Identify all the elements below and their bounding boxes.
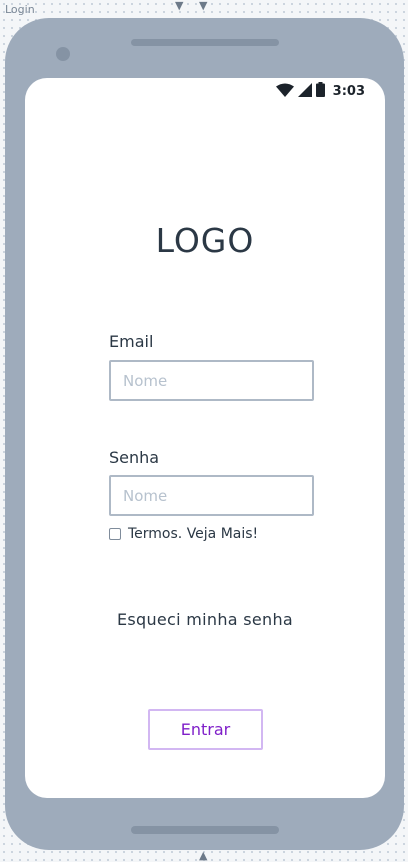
battery-icon [315, 81, 325, 101]
terms-row[interactable]: Termos. Veja Mais! [109, 524, 258, 544]
camera-icon [56, 47, 70, 61]
status-bar: 3:03 [275, 81, 365, 101]
signal-icon [297, 82, 312, 101]
enter-button[interactable]: Entrar [148, 709, 263, 750]
frame-label: Login [5, 3, 35, 16]
email-label: Email [109, 332, 154, 351]
app-logo: LOGO [155, 221, 255, 260]
terms-label[interactable]: Termos. Veja Mais! [128, 526, 258, 542]
login-screen: 3:03 LOGO Email Senha Termos. Veja Mais!… [25, 78, 385, 798]
arrow-up-icon: ▲ [199, 849, 208, 862]
terms-checkbox[interactable] [109, 528, 121, 540]
status-time: 3:03 [332, 83, 365, 99]
forgot-password-link[interactable]: Esqueci minha senha [25, 610, 385, 629]
email-input[interactable] [109, 360, 314, 401]
arrow-down-icon: ▼ [175, 0, 184, 12]
arrow-down-icon: ▼ [199, 0, 208, 12]
speaker-grille [131, 39, 279, 46]
wifi-icon [275, 82, 294, 101]
phone-frame: 3:03 LOGO Email Senha Termos. Veja Mais!… [5, 18, 404, 850]
password-label: Senha [109, 448, 160, 467]
home-bar [131, 826, 279, 834]
password-input[interactable] [109, 475, 314, 516]
